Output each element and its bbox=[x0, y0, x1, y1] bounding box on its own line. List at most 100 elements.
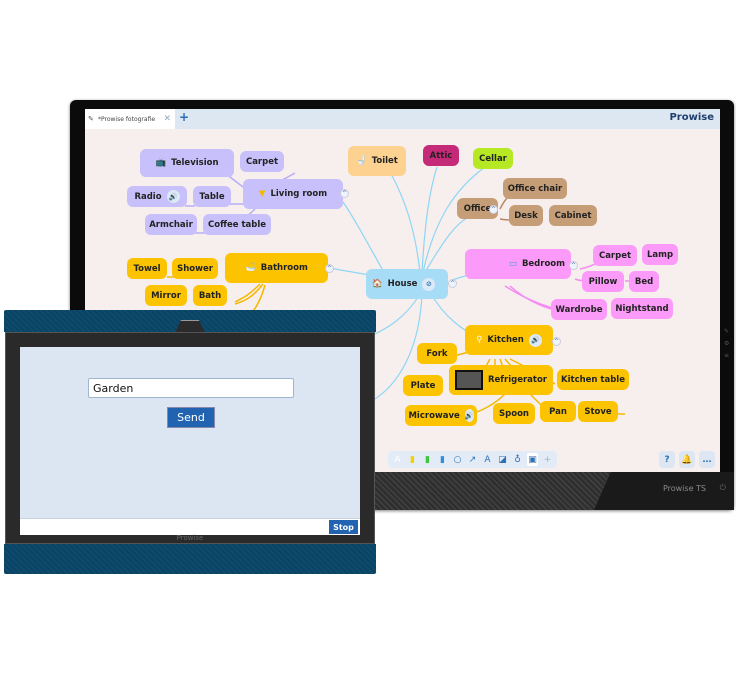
link-house-left1 bbox=[374, 293, 421, 335]
node-label: Towel bbox=[133, 263, 161, 274]
select-icon[interactable]: ▣ bbox=[527, 453, 538, 466]
drawing-toolbar: A ▮ ▮ ▮ ○ ↗ A ◪ ♁ ▣ + bbox=[388, 451, 557, 468]
small-display-screen: Send Stop bbox=[20, 347, 360, 535]
node-shower[interactable]: Shower bbox=[172, 258, 218, 279]
node-living-room[interactable]: ▼ Living room bbox=[243, 179, 343, 209]
node-table[interactable]: Table bbox=[193, 186, 231, 207]
collapse-bedroom-button[interactable]: ^ bbox=[569, 261, 578, 270]
node-label: Television bbox=[171, 158, 219, 168]
node-television[interactable]: 📺 Television bbox=[140, 149, 234, 177]
node-carpet-bedroom[interactable]: Carpet bbox=[593, 245, 637, 266]
node-bed[interactable]: Bed bbox=[629, 271, 659, 292]
fill-icon[interactable]: ♁ bbox=[512, 453, 523, 466]
node-nightstand[interactable]: Nightstand bbox=[611, 298, 673, 319]
ruler-icon[interactable]: ◪ bbox=[497, 453, 508, 466]
node-house[interactable]: 🏠 House ⊘ bbox=[366, 269, 448, 299]
collapse-livingroom-button[interactable]: ^ bbox=[340, 189, 349, 198]
node-label: Office chair bbox=[507, 183, 563, 194]
speaker-bar-bottom bbox=[4, 544, 376, 574]
speaker-icon[interactable]: 🔊 bbox=[528, 333, 542, 347]
bezel-brand: Prowise TS bbox=[662, 484, 706, 493]
node-kitchen[interactable]: ⚲ Kitchen 🔊 bbox=[465, 325, 553, 355]
node-label: Carpet bbox=[245, 156, 279, 167]
node-label: Carpet bbox=[598, 250, 632, 261]
highlighter-yellow-icon[interactable]: ▮ bbox=[407, 453, 418, 466]
link-house-office bbox=[424, 215, 471, 273]
node-spoon[interactable]: Spoon bbox=[493, 403, 535, 424]
node-bath[interactable]: Bath bbox=[193, 285, 227, 306]
node-office-chair[interactable]: Office chair bbox=[503, 178, 567, 199]
node-label: House bbox=[387, 279, 418, 289]
node-stove[interactable]: Stove bbox=[578, 401, 618, 422]
node-label: Radio bbox=[134, 191, 162, 202]
bed-icon: ▭ bbox=[508, 259, 517, 269]
side-menu-icon[interactable]: ≡ bbox=[724, 352, 729, 359]
node-label: Bath bbox=[198, 290, 222, 301]
node-pillow[interactable]: Pillow bbox=[582, 271, 624, 292]
letter-a-icon[interactable]: A bbox=[482, 453, 493, 466]
node-label: Fork bbox=[426, 348, 448, 359]
bell-icon[interactable]: 🔔 bbox=[679, 451, 695, 468]
answer-input[interactable] bbox=[88, 378, 294, 398]
node-label: Plate bbox=[410, 380, 436, 391]
side-pen-icon[interactable]: ✎ bbox=[724, 328, 729, 335]
node-fork[interactable]: Fork bbox=[417, 343, 457, 364]
node-towel[interactable]: Towel bbox=[127, 258, 167, 279]
mixer-icon: ⚲ bbox=[476, 335, 483, 345]
node-label: Mirror bbox=[151, 290, 181, 301]
collapse-kitchen-button[interactable]: ^ bbox=[552, 337, 561, 346]
node-bathroom[interactable]: 🛁 Bathroom bbox=[225, 253, 328, 283]
text-icon[interactable]: A bbox=[392, 453, 403, 466]
node-pan[interactable]: Pan bbox=[540, 401, 576, 422]
node-coffee-table[interactable]: Coffee table bbox=[203, 214, 271, 235]
node-label: Bedroom bbox=[521, 259, 565, 269]
speaker-icon[interactable]: 🔊 bbox=[166, 190, 180, 203]
eraser-icon[interactable]: ▮ bbox=[437, 453, 448, 466]
collapse-bathroom-button[interactable]: ^ bbox=[325, 264, 334, 273]
node-label: Coffee table bbox=[208, 219, 267, 230]
node-label: Stove bbox=[584, 406, 612, 417]
stop-button[interactable]: Stop bbox=[329, 520, 358, 534]
small-display-brand: Prowise bbox=[176, 534, 204, 542]
more-button[interactable]: … bbox=[699, 451, 715, 468]
marker-green-icon[interactable]: ▮ bbox=[422, 453, 433, 466]
node-label: Attic bbox=[429, 150, 453, 161]
node-cellar[interactable]: Cellar bbox=[473, 148, 513, 169]
node-armchair[interactable]: Armchair bbox=[145, 214, 197, 235]
node-label: Toilet bbox=[371, 156, 398, 166]
video-thumbnail-icon bbox=[455, 370, 483, 390]
node-label: Pillow bbox=[588, 276, 618, 287]
link-icon[interactable]: ⊘ bbox=[422, 277, 436, 291]
circle-icon[interactable]: ○ bbox=[452, 453, 463, 466]
node-label: Cabinet bbox=[554, 210, 592, 221]
status-bar: Stop bbox=[20, 518, 360, 535]
node-wardrobe[interactable]: Wardrobe bbox=[551, 299, 607, 320]
node-refrigerator[interactable]: Refrigerator bbox=[449, 365, 553, 395]
node-label: Kitchen table bbox=[561, 374, 625, 385]
node-cabinet[interactable]: Cabinet bbox=[549, 205, 597, 226]
node-toilet[interactable]: 🚽 Toilet bbox=[348, 146, 406, 176]
node-bedroom[interactable]: ▭ Bedroom bbox=[465, 249, 571, 279]
help-button[interactable]: ? bbox=[659, 451, 675, 468]
node-label: Table bbox=[199, 191, 225, 202]
node-carpet-livingroom[interactable]: Carpet bbox=[240, 151, 284, 172]
node-microwave[interactable]: Microwave 🔊 bbox=[405, 405, 477, 426]
node-plate[interactable]: Plate bbox=[403, 375, 443, 396]
link-house-toilet bbox=[389, 171, 421, 273]
node-lamp[interactable]: Lamp bbox=[642, 244, 678, 265]
node-kitchen-table[interactable]: Kitchen table bbox=[557, 369, 629, 390]
side-settings-icon[interactable]: ⚙ bbox=[724, 340, 729, 347]
power-icon[interactable]: ⏻ bbox=[720, 483, 726, 493]
small-display-body: Send Stop Prowise bbox=[5, 332, 375, 544]
node-label: Microwave bbox=[408, 410, 460, 421]
collapse-house-button[interactable]: ^ bbox=[448, 279, 457, 288]
node-desk[interactable]: Desk bbox=[509, 205, 543, 226]
speaker-icon[interactable]: 🔊 bbox=[464, 409, 474, 422]
collapse-office-button[interactable]: ^ bbox=[489, 205, 498, 214]
node-mirror[interactable]: Mirror bbox=[145, 285, 187, 306]
node-attic[interactable]: Attic bbox=[423, 145, 459, 166]
node-radio[interactable]: Radio 🔊 bbox=[127, 186, 187, 207]
send-button[interactable]: Send bbox=[167, 407, 215, 428]
move-icon[interactable]: + bbox=[542, 453, 553, 466]
arrow-icon[interactable]: ↗ bbox=[467, 453, 478, 466]
